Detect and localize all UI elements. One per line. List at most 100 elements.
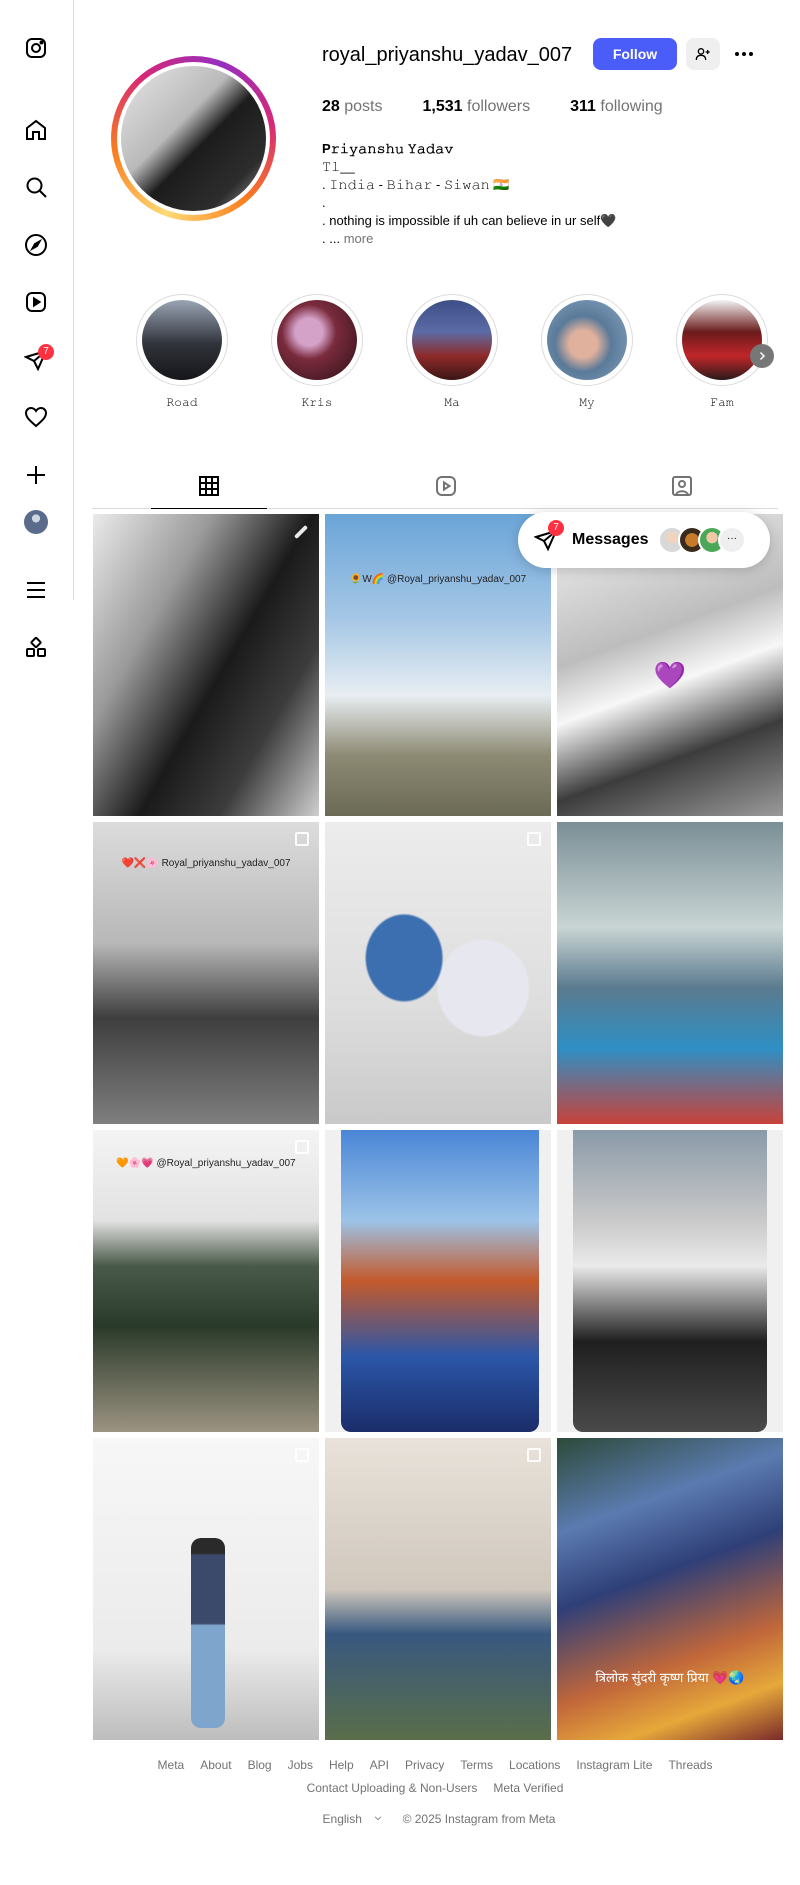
- bio-line: 𝚃𝚕__: [322, 159, 355, 174]
- highlight-ring: [676, 294, 768, 386]
- footer-link[interactable]: API: [370, 1754, 389, 1777]
- home-icon[interactable]: [24, 118, 48, 142]
- highlight-ring: [406, 294, 498, 386]
- post-thumbnail[interactable]: [93, 1438, 319, 1740]
- posts-label: posts: [344, 98, 383, 115]
- pinned-icon: [293, 524, 309, 540]
- footer-link[interactable]: Contact Uploading & Non-Users: [307, 1777, 478, 1800]
- posts-stat: 28 posts: [322, 98, 383, 116]
- post-thumbnail[interactable]: [325, 1130, 551, 1432]
- chevron-down-icon: [375, 1816, 382, 1821]
- post-thumbnail[interactable]: ❤️❌🌸 Royal_priyanshu_yadav_007: [93, 822, 319, 1124]
- footer-bottom: English © 2025 Instagram from Meta: [92, 1812, 778, 1826]
- language-label: English: [322, 1812, 362, 1826]
- tab-posts[interactable]: [151, 474, 267, 509]
- footer-link[interactable]: Meta Verified: [493, 1777, 563, 1800]
- footer-link[interactable]: Locations: [509, 1754, 560, 1777]
- following-label: following: [600, 98, 663, 115]
- post-overlay-text: 🌻W🌈 @Royal_priyanshu_yadav_007: [349, 574, 527, 585]
- messages-more: ···: [718, 526, 746, 554]
- explore-icon[interactable]: [24, 233, 48, 257]
- footer-link[interactable]: Help: [329, 1754, 354, 1777]
- post-thumbnail[interactable]: त्रिलोक सुंदरी कृष्ण प्रिया 💗🌏: [557, 1438, 783, 1740]
- bio-more-link[interactable]: more: [344, 231, 374, 246]
- highlight-label: 𝙵𝚊𝚖: [710, 397, 734, 409]
- post-thumbnail[interactable]: [93, 514, 319, 816]
- messenger-badge: 7: [38, 344, 54, 360]
- more-options-button[interactable]: [732, 42, 756, 66]
- post-subject: [191, 1538, 225, 1728]
- tab-tagged[interactable]: [670, 474, 694, 498]
- search-icon[interactable]: [24, 175, 48, 199]
- post-thumbnail[interactable]: [325, 822, 551, 1124]
- story-highlight[interactable]: 𝙺𝚛𝚒𝚜: [271, 294, 363, 410]
- following-count: 311: [570, 98, 596, 115]
- followers-count: 1,531: [422, 98, 463, 115]
- sidebar: 7: [0, 0, 74, 657]
- profile-stats: 28 posts 1,531 followers 311 following: [322, 98, 703, 116]
- post-thumbnail[interactable]: 🌻W🌈 @Royal_priyanshu_yadav_007: [325, 514, 551, 816]
- menu-icon[interactable]: [24, 578, 48, 602]
- highlight-ring: [136, 294, 228, 386]
- instagram-logo-icon[interactable]: [24, 36, 48, 60]
- bio-line: . 𝙸𝚗𝚍𝚒𝚊 - 𝙱𝚒𝚑𝚊𝚛 - 𝚂𝚒𝚠𝚊𝚗 🇮🇳: [322, 177, 510, 192]
- footer-link[interactable]: About: [200, 1754, 231, 1777]
- highlight-ring: [541, 294, 633, 386]
- post-thumbnail[interactable]: 🧡🌸💗 @Royal_priyanshu_yadav_007: [93, 1130, 319, 1432]
- highlight-label: 𝚁𝚘𝚊𝚍: [166, 397, 198, 409]
- story-highlight[interactable]: 𝚁𝚘𝚊𝚍: [136, 294, 228, 410]
- post-image: [341, 1130, 539, 1432]
- language-selector[interactable]: English: [315, 1812, 384, 1826]
- carousel-icon: [295, 1140, 309, 1154]
- highlight-cover: [412, 300, 492, 380]
- following-stat[interactable]: 311 following: [570, 98, 663, 116]
- followers-stat[interactable]: 1,531 followers: [423, 98, 531, 116]
- post-overlay-text: ❤️❌🌸 Royal_priyanshu_yadav_007: [121, 858, 291, 869]
- post-thumbnail[interactable]: [325, 1438, 551, 1740]
- bio-name: P𝚛𝚒𝚢𝚊𝚗𝚜𝚑𝚞 𝚈𝚊𝚍𝚊𝚟: [322, 141, 454, 156]
- messages-label: Messages: [572, 531, 649, 548]
- post-overlay-text: 🧡🌸💗 @Royal_priyanshu_yadav_007: [116, 1158, 296, 1169]
- follow-button[interactable]: Follow: [593, 38, 677, 70]
- footer-link[interactable]: Meta: [158, 1754, 185, 1777]
- footer-links: Meta About Blog Jobs Help API Privacy Terms Loca…: [92, 1754, 778, 1800]
- carousel-icon: [527, 1448, 541, 1462]
- grid-icon: [199, 476, 219, 496]
- highlight-cover: [277, 300, 357, 380]
- chevron-right-icon: [759, 351, 766, 361]
- reels-tab-icon: [436, 476, 456, 496]
- post-thumbnail[interactable]: [557, 822, 783, 1124]
- post-thumbnail[interactable]: [557, 1130, 783, 1432]
- highlight-cover: [142, 300, 222, 380]
- story-highlight[interactable]: 𝙼𝚢: [541, 294, 633, 410]
- bio-line-prefix: . ...: [322, 231, 341, 246]
- heart-icon[interactable]: [24, 405, 48, 429]
- carousel-icon: [295, 832, 309, 846]
- profile-picture[interactable]: [117, 62, 270, 215]
- bio-line: . ... more: [322, 230, 742, 248]
- messages-avatars: ···: [658, 526, 746, 554]
- story-highlight[interactable]: 𝙼𝚊: [406, 294, 498, 410]
- footer-link[interactable]: Threads: [668, 1754, 712, 1777]
- profile-picture-image: [121, 66, 266, 211]
- messages-floating-button[interactable]: 7 Messages ···: [518, 512, 770, 568]
- more-apps-icon[interactable]: [24, 636, 48, 660]
- username: royal_priyanshu_yadav_007: [322, 44, 573, 66]
- bio-line: . nothing is impossible if uh can believ…: [322, 213, 617, 228]
- reels-icon[interactable]: [24, 290, 48, 314]
- create-icon[interactable]: [24, 463, 48, 487]
- footer-link[interactable]: Terms: [460, 1754, 493, 1777]
- highlights-next-button[interactable]: [750, 344, 774, 368]
- messages-icon-wrap: 7: [533, 520, 564, 552]
- footer-link[interactable]: Blog: [248, 1754, 272, 1777]
- profile-avatar[interactable]: [24, 510, 48, 534]
- footer-link[interactable]: Instagram Lite: [576, 1754, 652, 1777]
- carousel-icon: [295, 1448, 309, 1462]
- add-person-icon: [695, 48, 710, 61]
- tab-reels[interactable]: [434, 474, 458, 498]
- suggested-accounts-button[interactable]: [686, 38, 720, 70]
- footer-link[interactable]: Jobs: [288, 1754, 313, 1777]
- copyright: © 2025 Instagram from Meta: [402, 1812, 556, 1826]
- tagged-icon: [672, 476, 692, 496]
- footer-link[interactable]: Privacy: [405, 1754, 444, 1777]
